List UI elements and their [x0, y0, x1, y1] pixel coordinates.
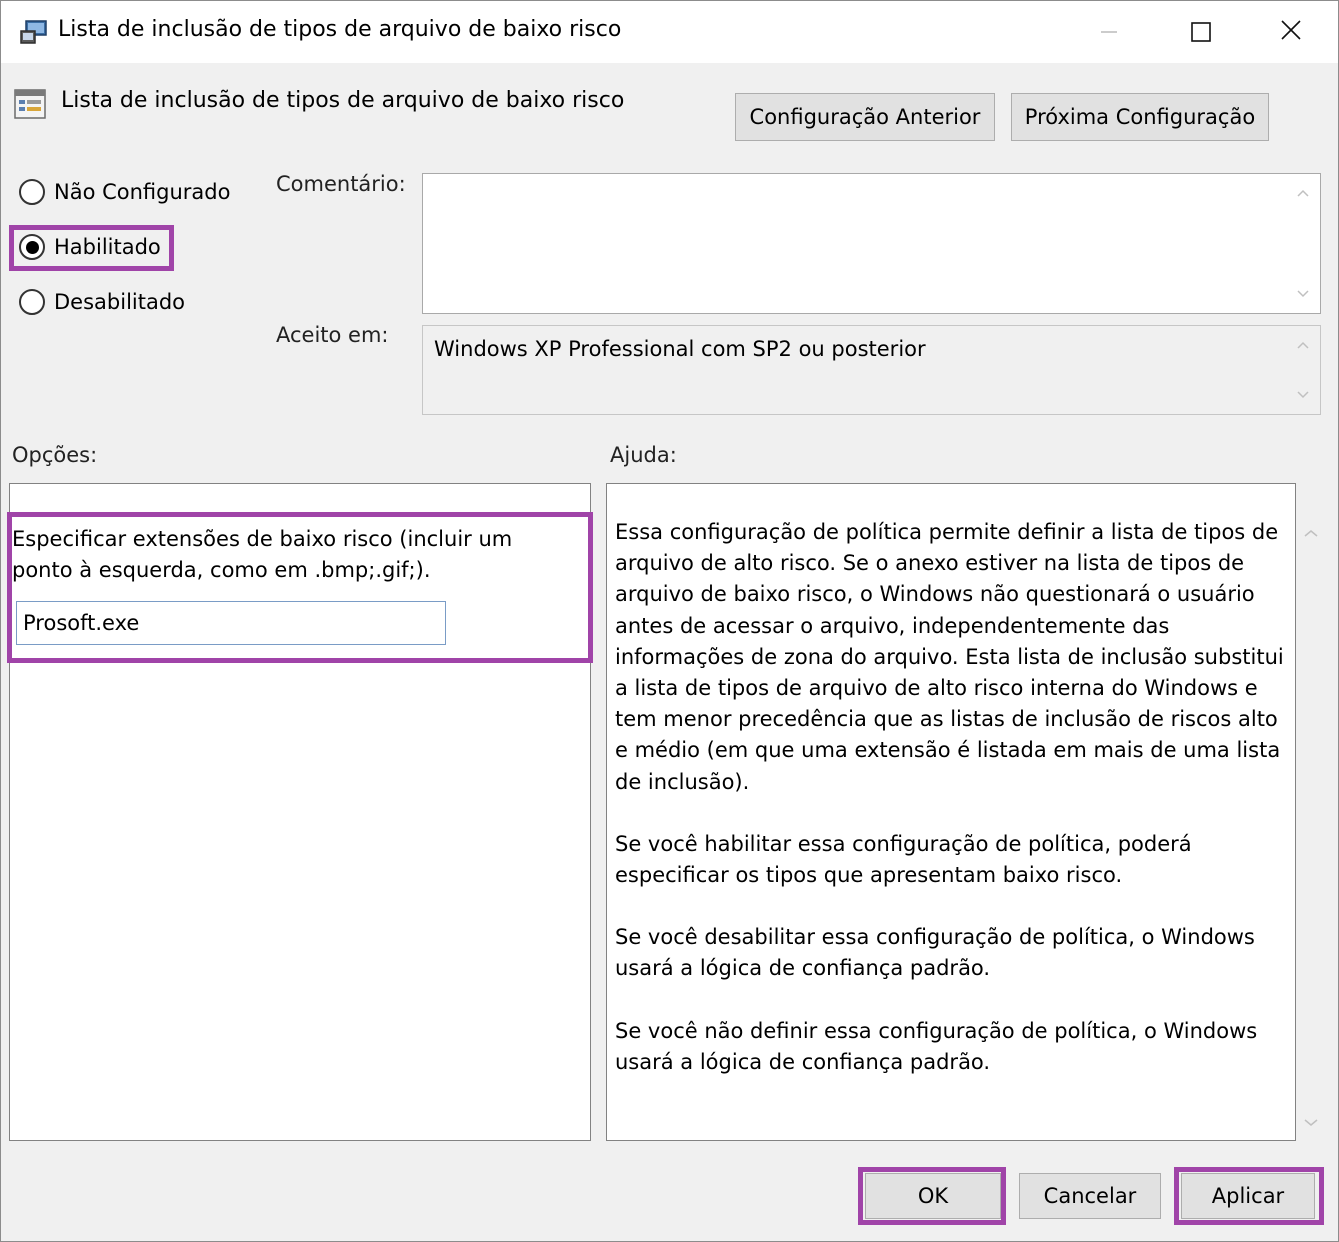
comment-label: Comentário: — [276, 172, 406, 196]
help-scrollbar[interactable] — [1297, 483, 1325, 1141]
radio-label-disabled: Desabilitado — [54, 290, 186, 314]
help-label: Ajuda: — [610, 443, 677, 467]
minimize-button[interactable] — [1063, 1, 1155, 63]
help-paragraph: Essa configuração de política permite de… — [615, 520, 1284, 794]
help-paragraph: Se você habilitar essa configuração de p… — [615, 831, 1192, 888]
radio-label-not-configured: Não Configurado — [54, 180, 231, 204]
supported-on-value: Windows XP Professional com SP2 ou poste… — [434, 337, 926, 361]
radio-button[interactable] — [19, 179, 45, 205]
previous-setting-button[interactable]: Configuração Anterior — [735, 93, 995, 141]
help-text: Essa configuração de política permite de… — [615, 517, 1289, 1109]
supported-on-box: Windows XP Professional com SP2 ou poste… — [422, 325, 1321, 415]
scroll-up-icon[interactable] — [1303, 519, 1319, 543]
scroll-up-icon[interactable] — [1294, 338, 1312, 352]
title-bar: Lista de inclusão de tipos de arquivo de… — [1, 1, 1338, 63]
maximize-button[interactable] — [1155, 1, 1247, 63]
highlight-options-area — [7, 512, 593, 663]
highlight-apply-button — [1174, 1167, 1324, 1225]
scroll-up-icon[interactable] — [1294, 186, 1312, 200]
scroll-down-icon[interactable] — [1303, 1109, 1319, 1133]
cancel-button[interactable]: Cancelar — [1019, 1173, 1161, 1219]
group-policy-icon — [19, 17, 49, 47]
help-paragraph: Se você desabilitar essa configuração de… — [615, 925, 1255, 981]
close-icon — [1280, 19, 1302, 46]
policy-title: Lista de inclusão de tipos de arquivo de… — [61, 88, 625, 113]
radio-not-configured[interactable]: Não Configurado — [19, 179, 230, 205]
policy-dialog: Lista de inclusão de tipos de arquivo de… — [0, 0, 1339, 1242]
close-button[interactable] — [1245, 1, 1337, 63]
scroll-down-icon[interactable] — [1294, 388, 1312, 402]
highlight-enabled-option — [9, 225, 174, 271]
radio-disabled[interactable]: Desabilitado — [19, 289, 185, 315]
policy-setting-icon — [13, 87, 47, 121]
highlight-ok-button — [858, 1167, 1006, 1225]
comment-textarea[interactable] — [422, 173, 1321, 314]
scroll-down-icon[interactable] — [1294, 287, 1312, 301]
radio-button[interactable] — [19, 289, 45, 315]
supported-on-label: Aceito em: — [276, 323, 389, 347]
options-label: Opções: — [12, 443, 98, 467]
window-title: Lista de inclusão de tipos de arquivo de… — [58, 17, 622, 42]
help-paragraph: Se você não definir essa configuração de… — [615, 1018, 1258, 1074]
next-setting-button[interactable]: Próxima Configuração — [1011, 93, 1269, 141]
